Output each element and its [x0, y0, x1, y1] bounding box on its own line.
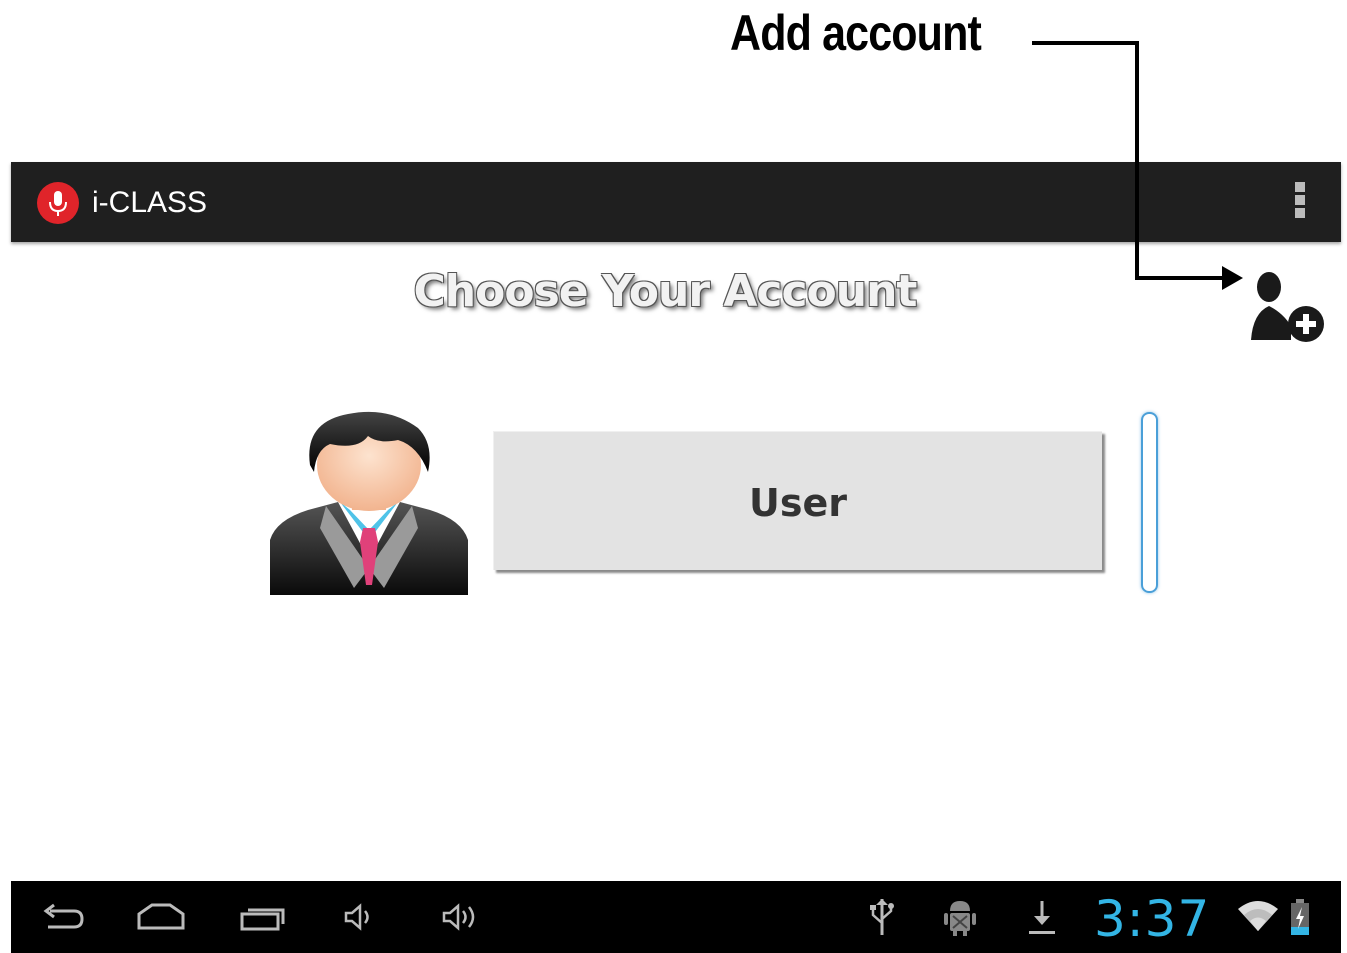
volume-up-icon	[442, 903, 475, 931]
android-debug-icon	[940, 881, 980, 953]
back-button[interactable]	[33, 881, 93, 953]
screen-title: Choose Your Account	[413, 266, 918, 317]
businessman-avatar-icon	[270, 411, 468, 595]
avatar	[268, 410, 470, 595]
home-icon	[137, 903, 185, 930]
annotation-label: Add account	[730, 5, 982, 61]
system-bar: 3:37	[11, 881, 1341, 953]
account-name: User	[749, 481, 847, 525]
action-bar: i-CLASS	[11, 162, 1341, 242]
wifi-icon	[1235, 881, 1281, 953]
back-icon	[43, 903, 84, 929]
add-account-button[interactable]	[1247, 268, 1327, 344]
microphone-icon[interactable]	[37, 182, 79, 224]
download-icon	[1025, 881, 1059, 953]
recent-apps-icon	[240, 908, 285, 931]
volume-down-button[interactable]	[337, 881, 381, 953]
add-account-icon	[1251, 272, 1324, 342]
account-user-button[interactable]: User	[493, 431, 1102, 570]
recent-apps-button[interactable]	[233, 881, 293, 953]
overflow-menu-icon[interactable]	[1293, 182, 1307, 222]
status-clock: 3:37	[1094, 890, 1211, 948]
scroll-edge-indicator	[1141, 412, 1158, 593]
volume-down-icon	[344, 903, 369, 931]
usb-icon	[864, 881, 900, 953]
battery-charging-icon	[1287, 881, 1313, 953]
home-button[interactable]	[129, 881, 193, 953]
app-title: i-CLASS	[92, 186, 208, 219]
volume-up-button[interactable]	[435, 881, 487, 953]
